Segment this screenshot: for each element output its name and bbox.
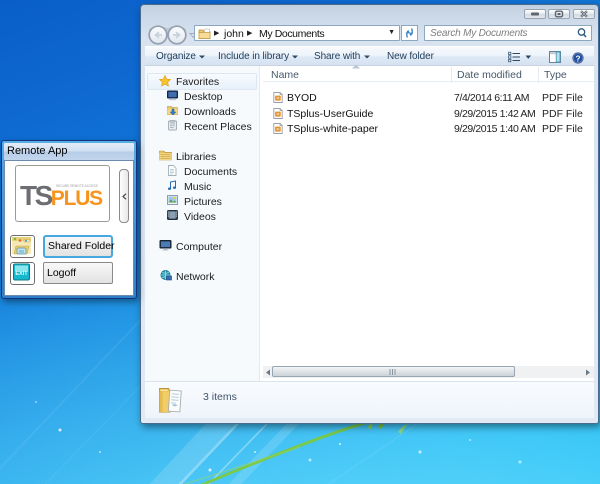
svg-text:?: ? [576,54,581,63]
svg-text:EXIT: EXIT [15,271,28,277]
